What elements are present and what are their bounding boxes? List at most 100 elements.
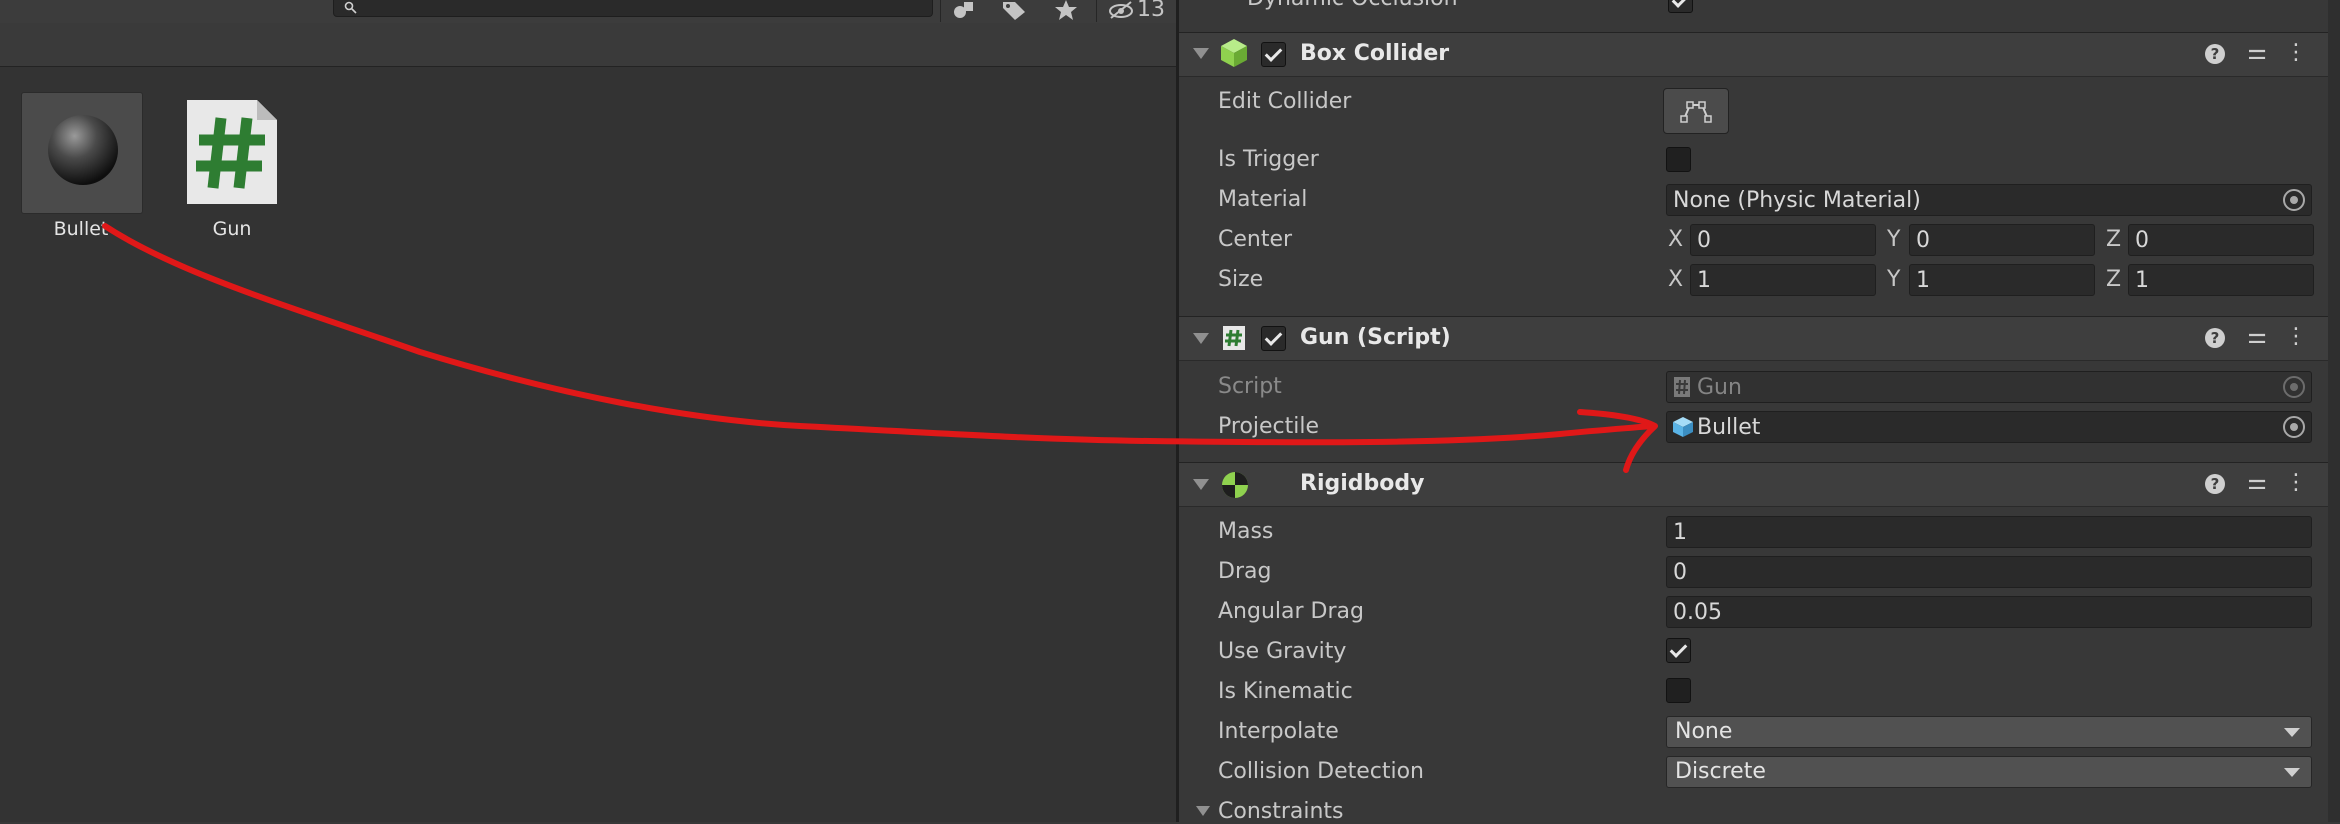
is-trigger-checkbox[interactable]: [1666, 147, 1691, 172]
kebab-menu-icon[interactable]: ⋮: [2283, 40, 2309, 65]
center-z-axis: Z: [2106, 227, 2122, 252]
foldout-arrow-icon[interactable]: [1193, 479, 1209, 490]
projectile-field[interactable]: Bullet: [1666, 411, 2312, 443]
script-label: Script: [1218, 374, 1282, 399]
size-y-field[interactable]: 1: [1909, 264, 2095, 296]
center-y-field[interactable]: 0: [1909, 224, 2095, 256]
constraints-foldout-icon[interactable]: [1196, 806, 1210, 816]
center-label: Center: [1218, 227, 1293, 252]
angular-drag-value: 0.05: [1673, 600, 1722, 625]
foldout-arrow-icon[interactable]: [1193, 48, 1209, 59]
size-z-value: 1: [2135, 268, 2149, 293]
size-y-axis: Y: [1887, 267, 1901, 292]
size-x-axis: X: [1668, 267, 1684, 292]
material-label: Material: [1218, 187, 1308, 212]
rigidbody-title: Rigidbody: [1300, 471, 1425, 496]
kebab-menu-icon[interactable]: ⋮: [2283, 470, 2309, 495]
dynamic-occlusion-checkbox[interactable]: [1668, 0, 1693, 13]
center-y-axis: Y: [1887, 227, 1901, 252]
script-field: Gun: [1666, 371, 2312, 403]
presets-icon[interactable]: ⚌: [2244, 470, 2270, 495]
size-label: Size: [1218, 267, 1264, 292]
chevron-down-icon: [2284, 768, 2300, 777]
gun-script-title: Gun (Script): [1300, 325, 1451, 350]
interpolate-dropdown[interactable]: None: [1666, 716, 2312, 748]
foldout-arrow-icon[interactable]: [1193, 333, 1209, 344]
use-gravity-label: Use Gravity: [1218, 639, 1347, 664]
is-kinematic-checkbox[interactable]: [1666, 678, 1691, 703]
csharp-script-icon: [187, 100, 277, 204]
project-breadcrumb-bar: [0, 23, 1176, 67]
interpolate-value: None: [1675, 719, 1733, 744]
center-z-value: 0: [2135, 228, 2149, 253]
is-trigger-label: Is Trigger: [1218, 147, 1319, 172]
edit-collider-button[interactable]: [1663, 88, 1729, 134]
material-field[interactable]: None (Physic Material): [1666, 184, 2312, 216]
asset-label-bullet: Bullet: [53, 218, 109, 240]
size-y-value: 1: [1916, 268, 1930, 293]
filter-by-label-icon[interactable]: [998, 0, 1030, 20]
project-panel: [0, 0, 1176, 822]
interpolate-label: Interpolate: [1218, 719, 1339, 744]
filter-by-type-icon[interactable]: [948, 0, 980, 20]
mass-field[interactable]: 1: [1666, 516, 2312, 548]
presets-icon[interactable]: ⚌: [2244, 40, 2270, 65]
asset-label-gun: Gun: [212, 218, 252, 240]
mass-label: Mass: [1218, 519, 1274, 544]
search-icon: [344, 1, 357, 14]
edit-collider-label: Edit Collider: [1218, 89, 1352, 114]
center-x-field[interactable]: 0: [1690, 224, 1876, 256]
edit-bounds-icon: [1680, 101, 1712, 123]
search-input[interactable]: [333, 0, 933, 17]
help-icon[interactable]: ?: [2205, 474, 2225, 494]
drag-label: Drag: [1218, 559, 1272, 584]
eye-slash-icon: [1109, 1, 1133, 19]
collision-detection-label: Collision Detection: [1218, 759, 1425, 784]
script-value: Gun: [1697, 375, 1742, 400]
presets-icon[interactable]: ⚌: [2244, 324, 2270, 349]
box-collider-title: Box Collider: [1300, 41, 1450, 66]
drag-field[interactable]: 0: [1666, 556, 2312, 588]
projectile-label: Projectile: [1218, 414, 1320, 439]
help-icon[interactable]: ?: [2205, 328, 2225, 348]
script-icon: [1223, 326, 1245, 350]
angular-drag-field[interactable]: 0.05: [1666, 596, 2312, 628]
size-x-field[interactable]: 1: [1690, 264, 1876, 296]
object-picker-icon[interactable]: [2283, 189, 2305, 211]
mass-value: 1: [1673, 520, 1687, 545]
box-collider-enabled-checkbox[interactable]: [1261, 42, 1286, 67]
angular-drag-label: Angular Drag: [1218, 599, 1364, 624]
script-small-icon: [1674, 377, 1690, 397]
gun-script-enabled-checkbox[interactable]: [1261, 326, 1286, 351]
center-z-field[interactable]: 0: [2128, 224, 2314, 256]
drag-value: 0: [1673, 560, 1687, 585]
asset-bullet[interactable]: [21, 92, 143, 214]
prefab-cube-icon: [1673, 417, 1693, 437]
constraints-label: Constraints: [1218, 799, 1344, 824]
hidden-packages-toggle[interactable]: 13: [1104, 0, 1168, 22]
is-kinematic-label: Is Kinematic: [1218, 679, 1353, 704]
size-z-field[interactable]: 1: [2128, 264, 2314, 296]
hidden-count: 13: [1137, 0, 1165, 22]
material-value: None (Physic Material): [1673, 188, 1921, 213]
inspector-scrollbar[interactable]: [2328, 0, 2340, 822]
center-x-axis: X: [1668, 227, 1684, 252]
favorites-star-icon[interactable]: [1050, 0, 1082, 20]
asset-gun[interactable]: [183, 96, 281, 208]
projectile-value: Bullet: [1697, 415, 1761, 440]
size-x-value: 1: [1697, 268, 1711, 293]
collision-detection-value: Discrete: [1675, 759, 1766, 784]
size-z-axis: Z: [2106, 267, 2122, 292]
collision-detection-dropdown[interactable]: Discrete: [1666, 756, 2312, 788]
object-picker-icon[interactable]: [2283, 416, 2305, 438]
kebab-menu-icon[interactable]: ⋮: [2283, 324, 2309, 349]
center-x-value: 0: [1697, 228, 1711, 253]
help-icon[interactable]: ?: [2205, 44, 2225, 64]
dynamic-occlusion-label: Dynamic Occlusion: [1247, 0, 1458, 11]
box-collider-icon: [1221, 39, 1247, 67]
chevron-down-icon: [2284, 728, 2300, 737]
center-y-value: 0: [1916, 228, 1930, 253]
sphere-prefab-icon: [48, 115, 118, 185]
use-gravity-checkbox[interactable]: [1666, 638, 1691, 663]
object-picker-icon: [2283, 376, 2305, 398]
